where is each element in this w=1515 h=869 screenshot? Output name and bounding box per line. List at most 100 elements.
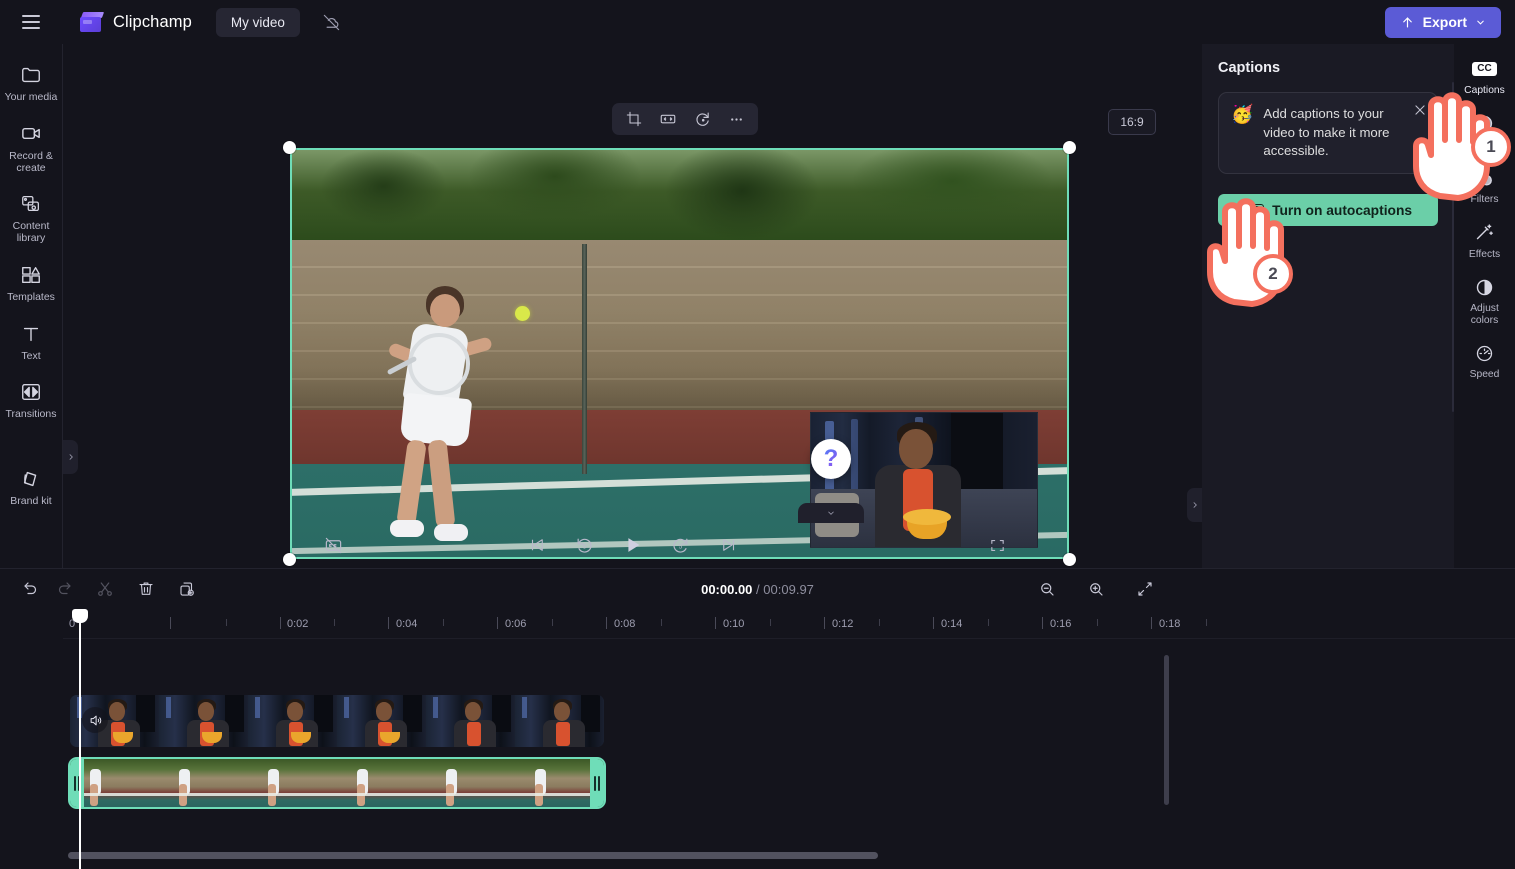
delete-icon[interactable] [131, 575, 161, 603]
ruler-label: 0:18 [1159, 618, 1180, 630]
adjust-colors-icon [1474, 276, 1495, 298]
party-face-icon: 🥳 [1231, 105, 1253, 125]
resize-handle-top-right[interactable] [1063, 141, 1076, 154]
forward-5-icon[interactable]: 5 [666, 530, 696, 560]
clipchamp-editor: Clipchamp My video Export [0, 0, 1515, 869]
fit-icon[interactable] [654, 106, 682, 132]
help-button[interactable]: ? [811, 439, 851, 479]
rewind-5-icon[interactable]: 5 [570, 530, 600, 560]
captions-panel: Captions 🥳 Add captions to your video to… [1202, 44, 1454, 568]
rail-item-effects[interactable]: Effects [1456, 214, 1514, 267]
undo-icon[interactable] [16, 575, 46, 603]
timecode-display: 00:00.00 / 00:09.97 [0, 582, 1515, 597]
step-badge-1: 1 [1471, 127, 1511, 167]
ruler-label: 0:16 [1050, 618, 1071, 630]
duplicate-icon[interactable] [172, 575, 202, 603]
crop-icon[interactable] [620, 106, 648, 132]
aspect-ratio-button[interactable]: 16:9 [1108, 109, 1156, 135]
cc-badge-icon: CC [1244, 204, 1264, 216]
skip-to-end-icon[interactable] [714, 530, 744, 560]
rail-label: Adjust colors [1458, 303, 1512, 326]
rotate-icon[interactable] [688, 106, 716, 132]
autocaptions-label: Turn on autocaptions [1272, 203, 1412, 218]
cloud-offline-icon[interactable] [316, 6, 348, 38]
cc-icon: CC [1472, 58, 1496, 80]
sidebar-expand-handle[interactable] [63, 440, 78, 474]
timeline-ruler[interactable]: 0 0:02 0:04 0:06 0:08 0:10 0:12 0:14 0:1… [63, 609, 1515, 639]
playback-controls: 5 5 [63, 522, 1202, 568]
upload-icon [1400, 15, 1415, 30]
ruler-label: 0:06 [505, 618, 526, 630]
rail-label: Filters [1470, 194, 1498, 206]
preview-area: 16:9 [63, 44, 1202, 568]
clip-trim-handle-left[interactable] [70, 759, 84, 807]
ruler-label: 0:08 [614, 618, 635, 630]
skip-to-start-icon[interactable] [522, 530, 552, 560]
preview-collapse-handle[interactable] [798, 503, 864, 523]
ruler-label: 0:10 [723, 618, 744, 630]
fullscreen-icon[interactable] [982, 530, 1012, 560]
panel-collapse-handle[interactable] [1187, 488, 1202, 522]
sidebar-item-brand-kit[interactable]: Brand kit [1, 458, 61, 515]
captions-toggle-icon[interactable] [318, 530, 348, 560]
menu-hamburger-icon[interactable] [14, 5, 48, 39]
split-icon[interactable] [90, 575, 120, 603]
sidebar-label: Transitions [6, 409, 57, 421]
resize-handle-top-left[interactable] [283, 141, 296, 154]
timeline-body[interactable]: 0 0:02 0:04 0:06 0:08 0:10 0:12 0:14 0:1… [0, 609, 1515, 869]
current-time: 00:00.00 [701, 582, 752, 597]
preview-float-toolbar [612, 103, 758, 135]
rail-item-adjust-colors[interactable]: Adjust colors [1456, 268, 1514, 332]
export-label: Export [1423, 14, 1467, 30]
zoom-out-icon[interactable] [1032, 575, 1062, 603]
brand-kit-icon [20, 467, 42, 491]
audio-speaker-icon[interactable] [82, 707, 108, 733]
total-duration: 00:09.97 [763, 582, 814, 597]
play-icon[interactable] [618, 530, 648, 560]
zoom-in-icon[interactable] [1081, 575, 1111, 603]
rail-item-filters[interactable]: Filters [1456, 159, 1514, 212]
rail-divider [1452, 82, 1454, 412]
table-row[interactable] [70, 695, 604, 747]
library-icon [20, 192, 42, 216]
fit-timeline-icon[interactable] [1130, 575, 1160, 603]
playhead[interactable] [79, 609, 81, 869]
editor-body: Your media Record & create Content libra… [0, 44, 1515, 568]
clip-trim-handle-right[interactable] [590, 759, 604, 807]
brand: Clipchamp [80, 12, 192, 32]
preview-canvas-wrap: 16:9 [63, 44, 1202, 522]
sidebar-item-text[interactable]: Text [1, 313, 61, 370]
speed-icon [1474, 342, 1495, 364]
timeline: 00:00.00 / 00:09.97 0 0:02 [0, 568, 1515, 869]
timeline-horizontal-scrollbar[interactable] [68, 852, 1163, 859]
close-icon[interactable] [1413, 103, 1427, 122]
playhead-knob[interactable] [72, 609, 88, 623]
export-button[interactable]: Export [1385, 7, 1501, 38]
rail-item-captions[interactable]: CC Captions [1456, 50, 1514, 103]
turn-on-autocaptions-button[interactable]: CC Turn on autocaptions [1218, 194, 1438, 226]
video-stage[interactable] [290, 148, 1069, 559]
captions-tip-card: 🥳 Add captions to your video to make it … [1218, 92, 1438, 174]
ruler-label: 0:14 [941, 618, 962, 630]
step-badge-2: 2 [1253, 254, 1293, 294]
help-label: ? [824, 447, 839, 471]
tip-text: Add captions to your video to make it mo… [1263, 105, 1403, 161]
sidebar-item-templates[interactable]: Templates [1, 254, 61, 311]
rail-label: Captions [1464, 85, 1505, 97]
rail-label: Speed [1470, 369, 1500, 381]
video-frame-tennis [290, 148, 1069, 559]
sidebar-item-your-media[interactable]: Your media [1, 54, 61, 111]
more-options-icon[interactable] [722, 106, 750, 132]
redo-icon[interactable] [49, 575, 79, 603]
project-name-tab[interactable]: My video [216, 8, 300, 37]
sidebar-item-record-create[interactable]: Record & create [1, 113, 61, 182]
sidebar-item-content-library[interactable]: Content library [1, 183, 61, 252]
text-icon [20, 322, 42, 346]
sidebar-label: Brand kit [10, 496, 51, 508]
timeline-vertical-scrollbar[interactable] [1164, 655, 1169, 847]
left-sidebar: Your media Record & create Content libra… [0, 44, 63, 568]
sidebar-item-transitions[interactable]: Transitions [1, 371, 61, 428]
sidebar-label: Content library [3, 221, 59, 245]
rail-item-speed[interactable]: Speed [1456, 334, 1514, 387]
table-row[interactable] [68, 757, 606, 809]
